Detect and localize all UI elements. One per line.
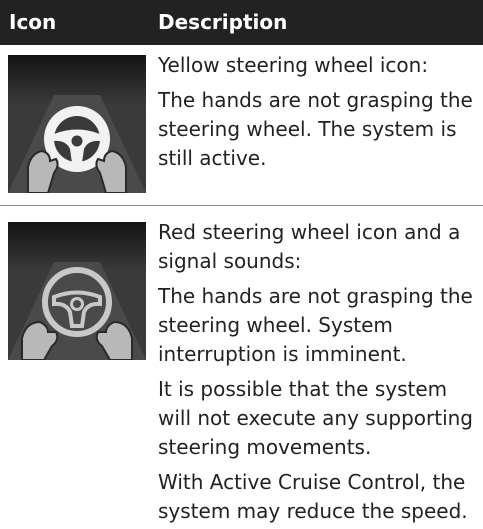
description-cell-row-2: Red steering wheel icon and a signal sou… [158,218,478,526]
description-paragraph: The hands are not grasping the steering … [158,284,473,366]
description-paragraph: Yellow steering wheel icon: [158,53,429,77]
icon-description-table: Icon Description Yellow steering wheel i… [0,0,483,529]
table-header: Icon Description [0,0,483,45]
description-column-header: Description [158,10,288,34]
row-separator [0,205,483,206]
icon-column-header: Icon [9,10,57,34]
description-cell-row-1: Yellow steering wheel icon: The hands ar… [158,51,478,173]
description-paragraph: The hands are not grasping the steering … [158,88,473,170]
steering-wheel-hands-off-red-icon [8,222,146,360]
description-paragraph: Red steering wheel icon and a signal sou… [158,220,461,273]
steering-wheel-hands-off-yellow-icon [8,55,146,193]
description-paragraph: It is possible that the system will not … [158,377,473,459]
description-paragraph: With Active Cruise Control, the system m… [158,470,468,523]
